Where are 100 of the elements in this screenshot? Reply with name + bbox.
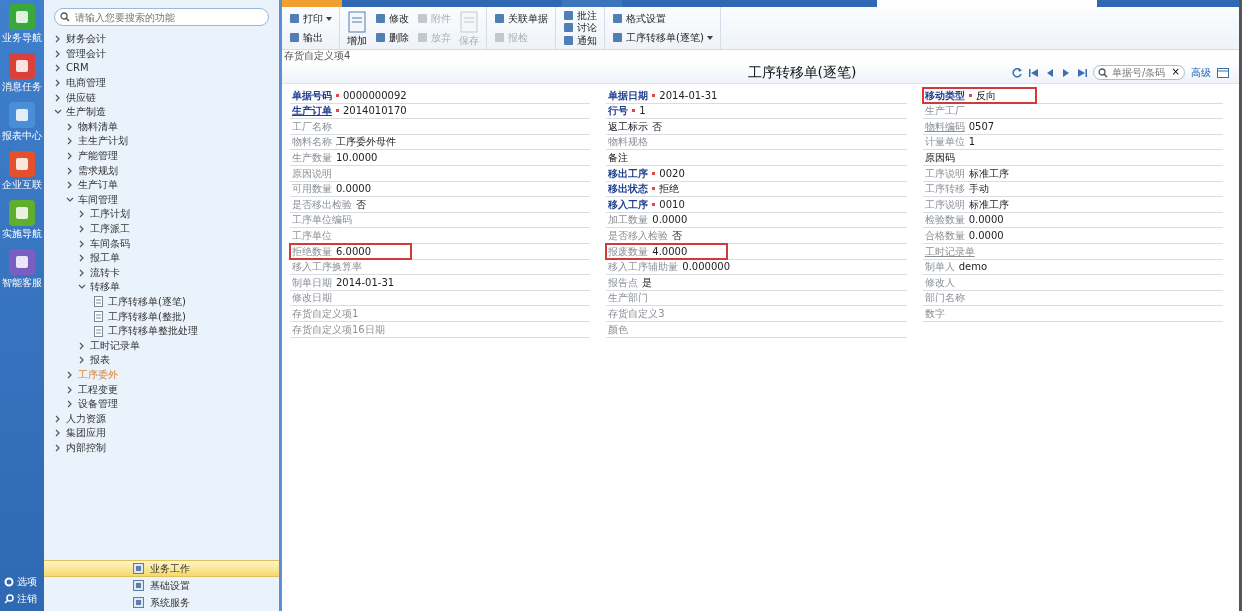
field-value: 2014-01-31 bbox=[336, 275, 395, 290]
toolbar-button[interactable]: 输出 bbox=[287, 32, 334, 43]
required-marker bbox=[652, 171, 656, 175]
tree-item[interactable]: 工程变更 bbox=[78, 383, 118, 396]
toolbar-button[interactable]: 工序转移单(逐笔) bbox=[610, 32, 715, 43]
field-label: 工序转移 bbox=[924, 182, 965, 197]
tree-item[interactable]: 工时记录单 bbox=[90, 339, 140, 352]
field-label: 工序说明 bbox=[924, 197, 965, 212]
tree-item[interactable]: 管理会计 bbox=[66, 47, 106, 60]
field-label: 修改日期 bbox=[292, 291, 332, 306]
field-label: 原因码 bbox=[924, 150, 955, 165]
toolbar-button[interactable]: 增加 bbox=[345, 10, 369, 46]
field-link[interactable]: 生产订单 bbox=[292, 103, 332, 119]
field-value: 0507 bbox=[968, 119, 995, 134]
tree-item[interactable]: 主生产计划 bbox=[78, 135, 128, 148]
search-icon bbox=[4, 593, 14, 604]
tree-item[interactable]: 转移单 bbox=[90, 281, 120, 294]
field-label: 移动类型 bbox=[924, 88, 965, 103]
required-marker bbox=[652, 93, 656, 97]
field-value: 是 bbox=[642, 275, 653, 290]
field-value: 否 bbox=[672, 228, 683, 243]
last-icon bbox=[1077, 67, 1087, 78]
tree-item[interactable]: 集团应用 bbox=[66, 427, 106, 440]
toolbar-button[interactable]: 打印 bbox=[287, 13, 334, 24]
field-value: demo bbox=[958, 260, 987, 275]
field-value: 拒绝 bbox=[659, 182, 680, 197]
rail-nav-button[interactable]: 实施导航 bbox=[2, 200, 42, 240]
tree-item[interactable]: 生产订单 bbox=[78, 179, 118, 192]
tree-item[interactable]: 财务会计 bbox=[66, 33, 106, 46]
tree-item[interactable]: 流转卡 bbox=[90, 266, 120, 279]
tree-item[interactable]: 人力资源 bbox=[66, 412, 106, 425]
field-label: 工序单位 bbox=[292, 228, 332, 243]
tree-item[interactable]: 物料清单 bbox=[78, 120, 118, 133]
tree-item[interactable]: 报表 bbox=[90, 354, 110, 367]
tree-item[interactable]: 需求规划 bbox=[78, 164, 118, 177]
tree-item[interactable]: 生产制造 bbox=[66, 106, 106, 119]
field-link[interactable]: 工时记录单 bbox=[924, 243, 975, 259]
tree-item[interactable]: CRM bbox=[66, 62, 89, 75]
field-value: 4.0000 bbox=[652, 244, 688, 259]
field-value: 1 bbox=[968, 135, 976, 150]
rail-nav-button[interactable]: 企业互联 bbox=[2, 151, 42, 191]
field-link[interactable]: 物料编码 bbox=[924, 118, 965, 134]
rail-link[interactable]: 注销 bbox=[0, 590, 41, 607]
field-value: 0010 bbox=[659, 197, 685, 212]
required-marker bbox=[336, 93, 339, 97]
search-field[interactable]: 请输入您要搜索的功能 bbox=[54, 8, 269, 26]
field-label: 行号 bbox=[608, 104, 629, 119]
rail-nav-button[interactable]: 报表中心 bbox=[2, 102, 42, 142]
field-label: 存货自定义项1 bbox=[292, 306, 359, 321]
field-label: 报废数量 bbox=[608, 244, 649, 259]
rail-link[interactable]: 选项 bbox=[0, 573, 41, 590]
tree-item[interactable]: 车间条码 bbox=[90, 237, 130, 250]
next-icon bbox=[1061, 67, 1071, 78]
field-label: 工厂名称 bbox=[292, 119, 332, 134]
field-label: 存货自定义3 bbox=[608, 306, 665, 321]
rail-nav-button[interactable]: 智能客服 bbox=[2, 249, 42, 289]
field-value: 2014-01-31 bbox=[659, 88, 718, 103]
field-label: 工序单位编码 bbox=[292, 213, 352, 228]
required-marker bbox=[652, 202, 656, 206]
tree-item[interactable]: 工序派工 bbox=[90, 223, 130, 235]
tree-item[interactable]: 工序转移单(整批) bbox=[108, 310, 186, 323]
field-label: 移出工序 bbox=[608, 166, 649, 181]
field-label: 存货自定义项16日期 bbox=[292, 322, 385, 337]
field-label: 修改人 bbox=[924, 275, 955, 290]
clear-button[interactable]: × bbox=[1171, 67, 1180, 77]
field-label: 是否移入检验 bbox=[608, 228, 669, 243]
tree-item[interactable]: 工序转移单整批处理 bbox=[108, 325, 198, 338]
rail-nav-button[interactable]: 业务导航 bbox=[2, 4, 42, 44]
field-label: 备注 bbox=[608, 150, 629, 165]
field-value: 0.0000 bbox=[968, 228, 1004, 243]
rail-nav-button[interactable]: 消息任务 bbox=[2, 53, 42, 93]
tree-item[interactable]: 电商管理 bbox=[66, 77, 106, 90]
field-value: 反向 bbox=[975, 88, 996, 103]
search-icon bbox=[60, 12, 70, 22]
toolbar-button[interactable]: 通知 bbox=[561, 35, 599, 47]
tree-item[interactable]: 工序计划 bbox=[90, 208, 130, 221]
tree-item[interactable]: 车间管理 bbox=[78, 193, 118, 206]
field-value: 2014010170 bbox=[343, 104, 407, 119]
toolbar-button[interactable]: 关联单据 bbox=[492, 13, 550, 24]
toolbar-button[interactable]: 修改 bbox=[373, 13, 411, 24]
section-button[interactable]: 业务工作 bbox=[44, 560, 279, 577]
tree-item[interactable]: 内部控制 bbox=[66, 441, 106, 454]
toolbar-button[interactable]: 删除 bbox=[373, 32, 411, 43]
advanced-link[interactable]: 高级 bbox=[1191, 65, 1211, 80]
tree-item[interactable]: 设备管理 bbox=[78, 398, 118, 411]
section-button[interactable]: 基础设置 bbox=[44, 577, 279, 594]
section-button[interactable]: 系统服务 bbox=[44, 594, 279, 611]
toolbar-button[interactable]: 讨论 bbox=[561, 22, 599, 34]
field-label: 报告点 bbox=[608, 275, 639, 290]
field-label: 颜色 bbox=[608, 322, 629, 337]
tree-item[interactable]: 工序转移单(逐笔) bbox=[108, 296, 186, 308]
toolbar-button[interactable]: 批注 bbox=[561, 9, 599, 21]
tree-item[interactable]: 供应链 bbox=[66, 91, 96, 104]
field-label: 生产工厂 bbox=[924, 104, 965, 119]
required-marker bbox=[968, 93, 972, 97]
toolbar-button[interactable]: 格式设置 bbox=[610, 13, 715, 24]
form-title: 工序转移单(逐笔) bbox=[746, 63, 858, 82]
tree-item[interactable]: 产能管理 bbox=[78, 150, 118, 163]
required-marker bbox=[652, 187, 656, 191]
tree-item[interactable]: 报工单 bbox=[90, 252, 120, 265]
